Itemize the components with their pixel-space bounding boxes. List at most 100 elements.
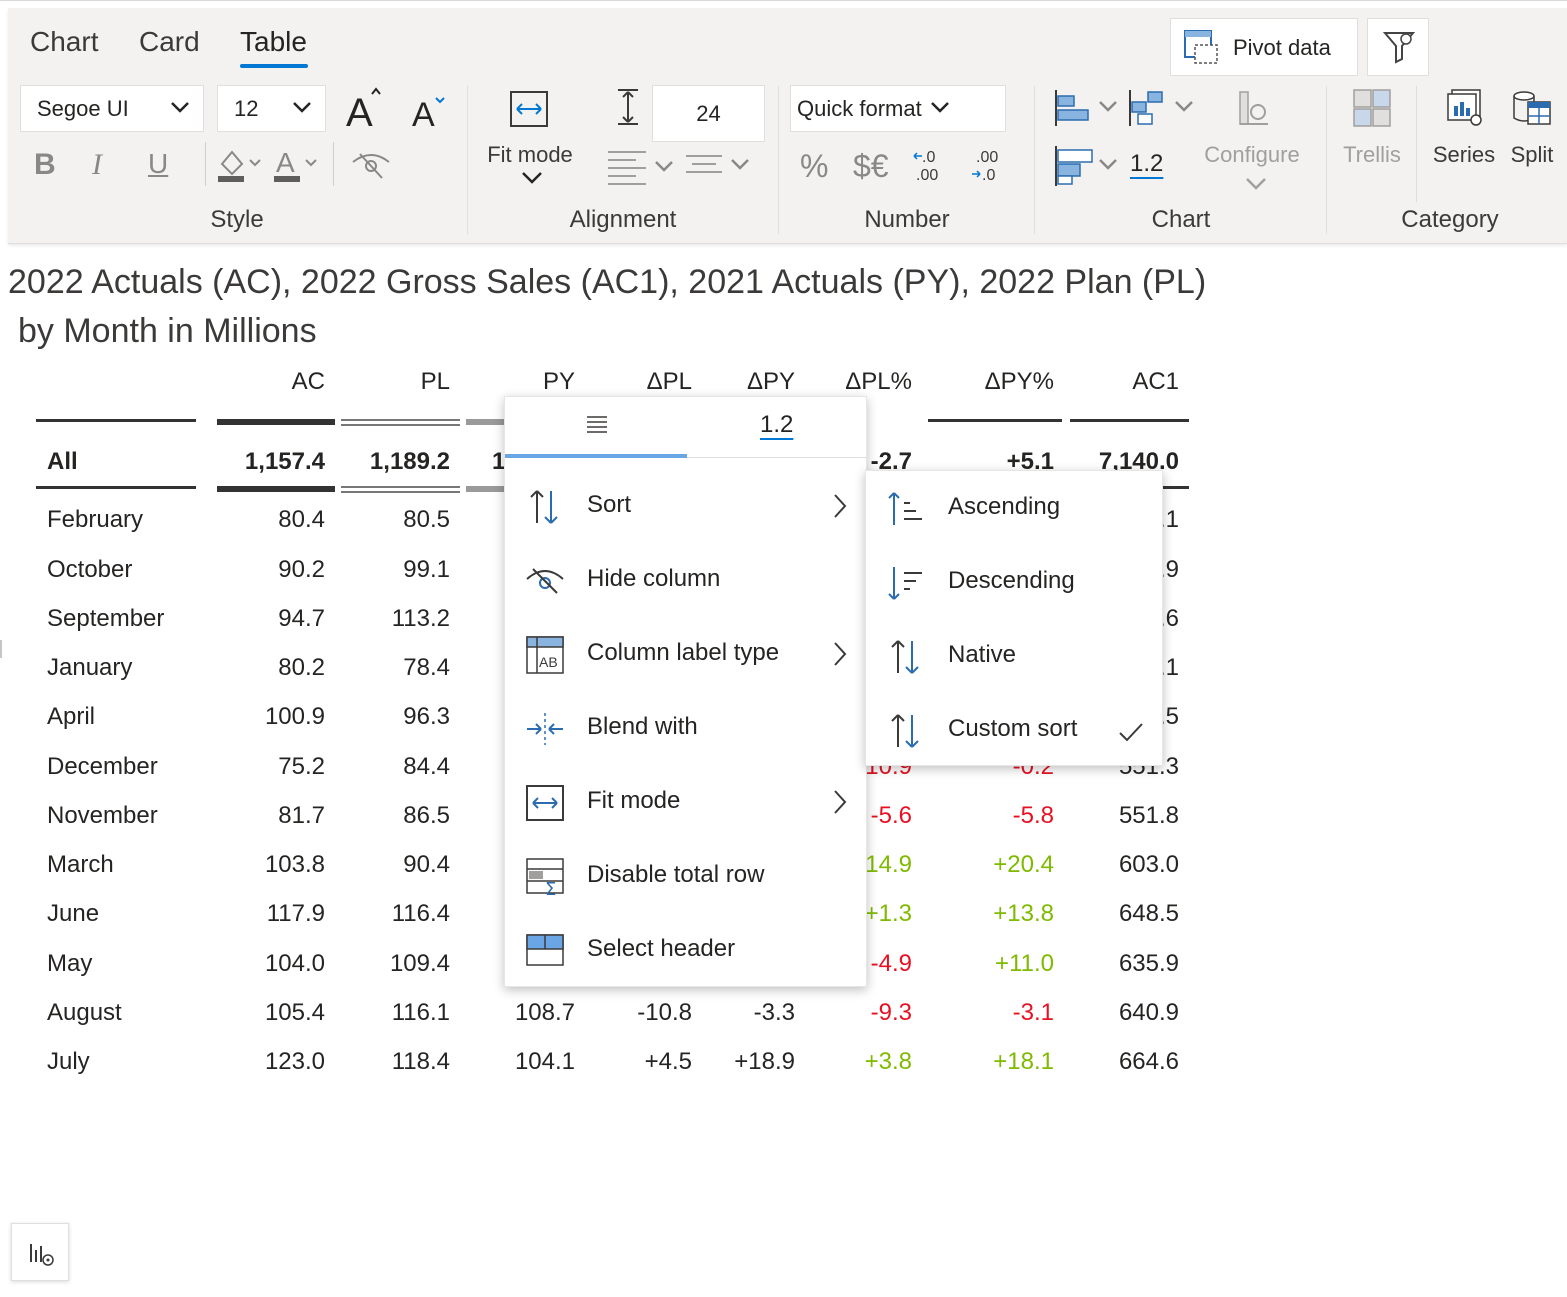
pivot-data-button[interactable]: Pivot data [1170,18,1358,76]
category-group-label: Category [1401,206,1499,233]
split-icon[interactable] [1510,88,1552,128]
column-header-ac1[interactable]: AC1 [1132,368,1179,396]
menu-tab-divider [687,457,868,458]
pl-header-bar [341,419,460,426]
cell-dplpct: -9.3 [870,999,912,1026]
number-group-label: Number [864,206,950,233]
cell-pl: 96.3 [403,703,450,730]
ac-total-bar [217,486,335,492]
submenu-item-ascending[interactable]: Ascending [866,479,1162,539]
column-header-py[interactable]: PY [543,368,575,396]
font-family-dropdown[interactable]: Segoe UI [20,85,204,132]
fit-mode-icon[interactable] [509,90,549,128]
row-label: September [47,605,165,632]
cell-ac: 105.4 [264,999,325,1026]
column-header-pl[interactable]: PL [421,368,450,396]
cell-ac: 75.2 [278,753,325,780]
italic-button[interactable]: I [92,148,102,182]
percent-format-button[interactable]: % [800,148,828,185]
currency-format-button[interactable]: $€ [853,148,889,185]
submenu-item-descending[interactable]: Descending [866,553,1162,613]
font-size-value: 12 [234,95,259,121]
cell-pl: 116.1 [391,999,450,1026]
decrease-font-icon[interactable]: A [410,92,450,130]
chevron-down-icon [1246,178,1266,190]
menu-item-column-label-type[interactable]: AB Column label type [505,625,866,685]
ac-header-bar [217,419,335,425]
series-icon[interactable] [1446,88,1486,128]
group-separator [778,86,779,234]
svg-text:.00: .00 [976,149,998,166]
submenu-item-label: Custom sort [948,715,1078,742]
sort-native-icon [891,640,919,674]
waterfall-layout-icon[interactable] [1126,88,1198,128]
quick-format-dropdown[interactable]: Quick format [790,85,1006,132]
align-left-icon[interactable] [606,146,684,186]
menu-item-blend-with[interactable]: Blend with [505,699,866,759]
menu-item-sort[interactable]: Sort [505,477,866,537]
row-label: December [47,753,158,780]
font-color-icon[interactable]: A [272,144,322,184]
configure-label[interactable]: Configure [1198,142,1306,168]
trellis-icon[interactable] [1352,88,1392,128]
chevron-right-icon [834,642,847,666]
configure-icon[interactable] [1236,88,1272,128]
group-separator [467,86,468,234]
cell-dpy: +18.9 [734,1048,795,1075]
menu-item-label: Sort [587,491,632,518]
underline-button[interactable]: U [148,148,168,180]
increase-decimal-icon[interactable]: .00 .0 [970,148,1010,184]
menu-item-fit-mode[interactable]: Fit mode [505,773,866,833]
sort-ascending-icon [888,492,922,525]
tab-table[interactable]: Table [240,26,307,58]
visual-settings-button[interactable] [11,1223,69,1281]
column-header-dplpct[interactable]: ΔPL% [845,368,912,396]
column-header-ac[interactable]: AC [292,368,325,396]
submenu-item-native[interactable]: Native [866,627,1162,687]
cell-ac: 117.9 [266,900,325,927]
cell-ac: 90.2 [278,556,325,583]
column-header-dpy[interactable]: ΔPY [747,368,795,396]
divider [1416,86,1417,202]
chart-settings-icon [30,1244,54,1266]
menu-item-disable-total-row[interactable]: Σ Disable total row [505,847,866,907]
series-label[interactable]: Series [1430,142,1498,168]
split-label[interactable]: Split [1504,142,1560,168]
total-ac: 1,157.4 [244,448,325,475]
svg-text:A: A [346,91,373,130]
menu-item-label: Select header [587,935,736,962]
cell-ac1: 603.0 [1118,851,1179,878]
filter-settings-button[interactable] [1367,18,1429,76]
row-height-input[interactable]: 24 [652,85,765,142]
cell-ac: 94.7 [278,605,325,632]
align-center-icon[interactable] [684,146,756,186]
cell-dpypct: +11.0 [995,950,1054,977]
column-header-dpypct[interactable]: ΔPY% [985,368,1054,396]
menu-options-tab-icon[interactable] [585,415,609,435]
sort-descending-icon [888,567,922,600]
decrease-decimal-icon[interactable]: .0 .00 [912,148,952,184]
menu-item-hide-column[interactable]: Hide column [505,551,866,611]
tab-chart[interactable]: Chart [30,26,98,58]
group-separator [1326,86,1327,234]
fit-mode-label[interactable]: Fit mode [478,142,582,168]
row-label: January [47,654,133,681]
chart-value-format-button[interactable]: 1.2 [1130,150,1163,178]
stacked-layout-icon[interactable] [1052,144,1122,188]
py-total-bar [466,486,506,492]
increase-font-icon[interactable]: A [344,86,384,130]
row-label: August [47,999,122,1026]
fill-color-icon[interactable] [216,144,266,184]
menu-item-select-header[interactable]: Select header [505,921,866,981]
bar-layout-icon[interactable] [1052,88,1122,128]
menu-number-tab[interactable]: 1.2 [760,411,793,439]
column-header-dpl[interactable]: ΔPL [647,368,692,396]
cell-ac1: 551.8 [1118,802,1179,829]
hide-icon[interactable] [350,150,392,180]
bold-button[interactable]: B [34,148,56,182]
trellis-label[interactable]: Trellis [1336,142,1408,168]
submenu-item-custom-sort[interactable]: Custom sort [866,701,1162,761]
chevron-right-icon [834,790,847,814]
font-size-dropdown[interactable]: 12 [217,85,326,132]
tab-card[interactable]: Card [139,26,200,58]
